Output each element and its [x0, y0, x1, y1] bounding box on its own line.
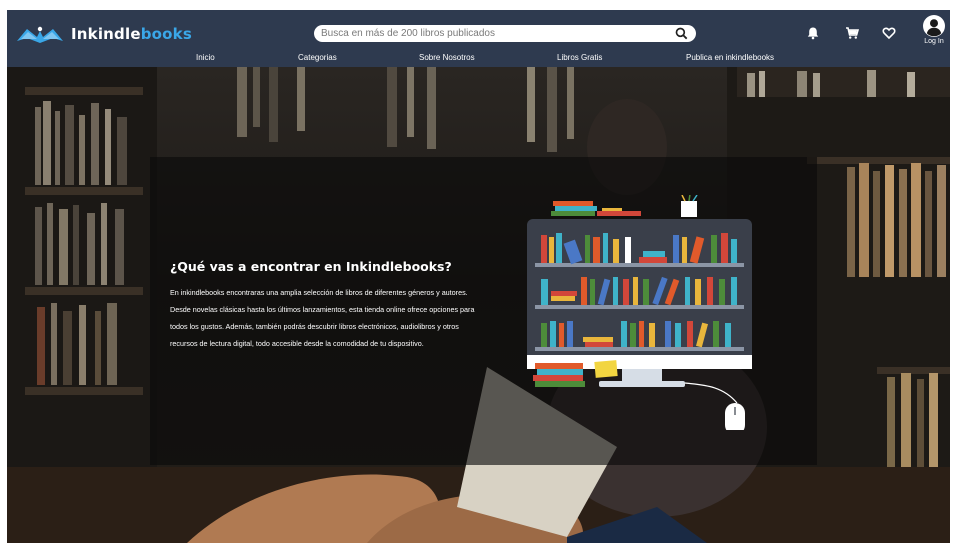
brand-name: Inkindlebooks: [71, 25, 192, 43]
hero-title: ¿Qué vas a encontrar en Inkindlebooks?: [170, 259, 452, 274]
nav-item-categorias[interactable]: Categorias: [298, 53, 337, 62]
search-bar: [314, 25, 696, 42]
brand-logo[interactable]: Inkindlebooks: [15, 22, 192, 46]
login-label: Log In: [924, 38, 944, 45]
heart-icon[interactable]: [882, 26, 896, 40]
open-book-logo-icon: [17, 26, 63, 43]
site-header: Inkindlebooks Busca en más de 200 libros…: [7, 10, 950, 67]
page-frame: Inkindlebooks Busca en más de 200 libros…: [7, 10, 950, 543]
hero-panel: ¿Qué vas a encontrar en Inkindlebooks? E…: [150, 157, 817, 465]
bell-icon[interactable]: [806, 26, 820, 40]
nav-item-libros-gratis[interactable]: Libros Gratis: [557, 53, 602, 62]
nav-item-sobre-nosotros[interactable]: Sobre Nosotros: [419, 53, 475, 62]
search-input[interactable]: [321, 28, 661, 39]
user-icon: [923, 15, 945, 37]
nav-item-inicio[interactable]: Inicio: [196, 53, 215, 62]
search-icon[interactable]: [675, 27, 688, 40]
hero-description: En inkindlebooks encontraras una amplia …: [170, 288, 475, 348]
computer-bookshelf-illustration: [527, 195, 752, 430]
login-button[interactable]: Log In: [920, 15, 948, 45]
nav-item-publica[interactable]: Publica en inkindlebooks: [686, 53, 774, 62]
main-nav: Inicio Categorias Sobre Nosotros Libros …: [7, 53, 950, 65]
cart-icon[interactable]: [845, 26, 859, 40]
